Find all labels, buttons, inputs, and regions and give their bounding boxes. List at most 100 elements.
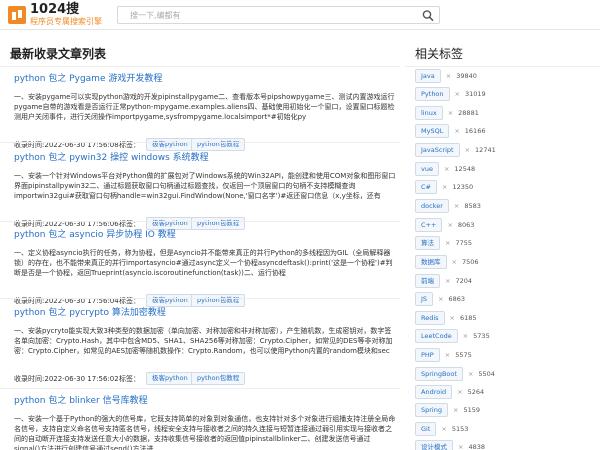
tag-row: Redis × 6185	[415, 311, 477, 325]
article-meta: 收录时间:2022-06-30 17:56:08 标签： 极客python py…	[14, 138, 396, 152]
times-icon: ×	[443, 165, 450, 173]
divider	[0, 142, 400, 143]
side-title: 相关标签	[415, 47, 464, 61]
tag-count: 39840	[456, 72, 477, 80]
tag-count: 6185	[460, 314, 477, 322]
times-icon: ×	[438, 295, 444, 303]
tag-count: 7506	[461, 258, 479, 266]
times-icon: ×	[445, 277, 451, 285]
article-tag[interactable]: 极客python	[146, 372, 194, 385]
tag-link[interactable]: LeetCode	[415, 329, 458, 343]
tag-count: 7755	[455, 239, 472, 247]
tag-row: docker × 8583	[415, 199, 481, 213]
article-title-link[interactable]: python 包之 blinker 信号库教程	[14, 395, 396, 407]
tag-link[interactable]: MySQL	[415, 124, 450, 138]
tag-link[interactable]: 设计模式	[415, 440, 453, 450]
times-icon: ×	[464, 146, 471, 154]
tag-link[interactable]: PHP	[415, 348, 440, 362]
tag-link[interactable]: Spring	[415, 403, 448, 417]
times-icon: ×	[447, 109, 454, 117]
tag-count: 5159	[463, 406, 480, 414]
tag-row: Android × 5264	[415, 385, 484, 399]
times-icon: ×	[447, 221, 453, 229]
site-logo[interactable]: 1024搜 程序员专属搜索引擎	[8, 2, 128, 28]
divider	[0, 298, 400, 299]
times-icon: ×	[458, 443, 464, 450]
times-icon: ×	[442, 183, 448, 191]
article-title-link[interactable]: python 包之 pycrypto 算法加密教程	[14, 307, 396, 319]
article-title-link[interactable]: python 包之 asyncio 异步协程 IO 教程	[14, 229, 396, 241]
divider	[0, 388, 400, 389]
tag-link[interactable]: Python	[415, 87, 450, 101]
tag-row: vue × 12548	[415, 162, 475, 176]
times-icon: ×	[467, 370, 474, 378]
divider	[0, 221, 400, 222]
times-icon: ×	[441, 425, 447, 433]
tag-row: Git × 5153	[415, 422, 468, 436]
time-prefix: 收录时间:	[14, 375, 45, 383]
times-icon: ×	[444, 351, 451, 359]
tag-link[interactable]: docker	[415, 199, 449, 213]
time-value: 2022-06-30 17:56:02	[44, 375, 119, 383]
tag-link[interactable]: Android	[415, 385, 453, 399]
tag-row: 设计模式 × 4838	[415, 440, 485, 450]
article-tag[interactable]: python包教程	[191, 294, 246, 307]
tag-row: MySQL × 16166	[415, 124, 485, 138]
tag-link[interactable]: vue	[415, 162, 439, 176]
article-title-link[interactable]: python 包之 pywin32 操控 windows 系统教程	[14, 152, 396, 164]
logo-icon	[8, 6, 26, 24]
article-tag[interactable]: 极客python	[146, 138, 194, 151]
tag-row: LeetCode × 5735	[415, 329, 490, 343]
times-icon: ×	[453, 202, 460, 210]
tag-count: 5153	[451, 425, 469, 433]
tag-row: linux × 28881	[415, 106, 479, 120]
tag-link[interactable]: C#	[415, 180, 437, 194]
tags-label: 标签：	[119, 375, 140, 383]
article-time: 收录时间:2022-06-30 17:56:02	[14, 374, 119, 384]
related-tags-panel: 相关标签 Java × 39840 Python × 31019 linux × 28881…	[405, 31, 600, 450]
tag-link[interactable]: Git	[415, 422, 437, 436]
tag-count: 6863	[448, 295, 466, 303]
tag-link[interactable]: SpringBoot	[415, 367, 463, 381]
tag-link[interactable]: Java	[415, 69, 441, 83]
tag-link[interactable]: 算法	[415, 236, 440, 250]
article-tag[interactable]: python包教程	[191, 138, 246, 151]
tag-link[interactable]: JavaScript	[415, 143, 460, 157]
tag-row: JS × 6863	[415, 292, 465, 306]
article-summary: 一、安装pycryto能实现大致3种类型的数据加密（单向加密、对称加密和非对称加…	[14, 327, 393, 355]
site-subtitle: 程序员专属搜索引擎	[30, 17, 102, 26]
tag-count: 5735	[473, 332, 490, 340]
tag-count: 12548	[454, 165, 476, 173]
tag-link[interactable]: linux	[415, 106, 443, 120]
tag-row: Python × 31019	[415, 87, 486, 101]
tag-link[interactable]: JS	[415, 292, 434, 306]
tag-link[interactable]: C++	[415, 218, 443, 232]
site-title: 1024搜	[30, 2, 80, 17]
tag-count: 31019	[464, 90, 486, 98]
tag-row: 数据库 × 7506	[415, 255, 479, 269]
article-tag[interactable]: 极客python	[146, 294, 194, 307]
tag-row: PHP × 5575	[415, 348, 472, 362]
article-item: python 包之 blinker 信号库教程 一、安装一个基于Python的强…	[14, 395, 396, 450]
article-tag[interactable]: python包教程	[191, 372, 246, 385]
tag-row: JavaScript × 12741	[415, 143, 496, 157]
tag-link[interactable]: Redis	[415, 311, 445, 325]
times-icon: ×	[449, 314, 455, 322]
tag-count: 16166	[464, 127, 486, 135]
tag-link[interactable]: 前端	[415, 274, 440, 288]
search-icon[interactable]	[421, 9, 435, 22]
times-icon: ×	[451, 258, 457, 266]
article-meta: 收录时间:2022-06-30 17:56:04 标签： 极客python py…	[14, 294, 396, 308]
tag-link[interactable]: 数据库	[415, 255, 447, 269]
search-input[interactable]	[118, 7, 418, 23]
tag-count: 12350	[452, 183, 474, 191]
tag-row: C++ × 8063	[415, 218, 474, 232]
tag-count: 5575	[455, 351, 472, 359]
times-icon: ×	[454, 90, 460, 98]
tag-count: 12741	[475, 146, 496, 154]
times-icon: ×	[445, 72, 452, 80]
tag-count: 7204	[455, 277, 472, 285]
times-icon: ×	[452, 406, 459, 414]
article-title-link[interactable]: python 包之 Pygame 游戏开发教程	[14, 73, 396, 85]
tag-count: 5504	[478, 370, 495, 378]
